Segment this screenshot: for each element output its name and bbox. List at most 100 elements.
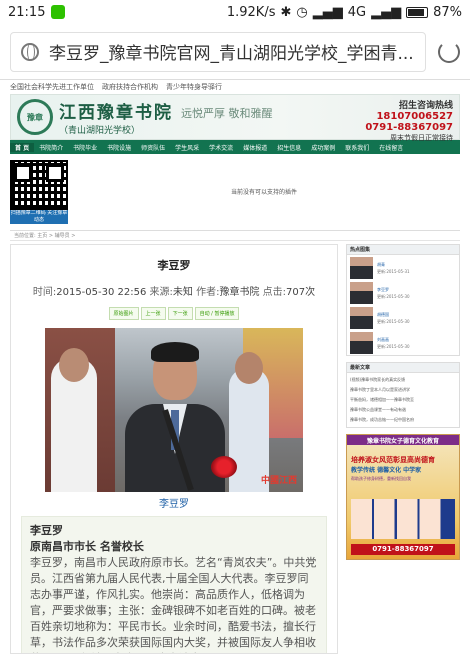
original-image-button[interactable]: 原始图片 xyxy=(108,307,139,320)
article-link[interactable]: 豫章书院公益课堂——有动有谐 xyxy=(350,405,456,415)
thumbnail[interactable] xyxy=(350,331,373,354)
status-bar: 21:15 1.92K/s ✱ ◷ ▂▄▆ 4G ▂▄▆ 87% xyxy=(0,0,470,24)
item-name[interactable]: 李豆罗 xyxy=(377,286,410,293)
page-title-url[interactable]: 李豆罗_豫章书院官网_青山湖阳光学校_学困青... xyxy=(49,39,414,64)
bluetooth-icon: ✱ xyxy=(280,4,292,20)
breadcrumb[interactable]: 当前位置: 主页 > 辅导员 > xyxy=(10,230,460,241)
ad-line-3: 帮助孩子修身树德，重新找回自我 xyxy=(351,476,411,481)
address-box[interactable]: 李豆罗_豫章书院官网_青山湖阳光学校_学困青... xyxy=(10,31,426,72)
article-link[interactable]: 平衡爸妈，诸德相加——豫章书院至 xyxy=(350,395,456,405)
nav-item[interactable]: 书院设施 xyxy=(102,143,136,152)
meta-source-label: 来源: xyxy=(149,287,173,298)
article-panel: 李豆罗 时间:2015-05-30 22:56 来源:未知 作者:豫章书院 点击… xyxy=(10,244,338,654)
bio-box: 李豆罗 原南昌市市长 名誉校长 李豆罗，南昌市人民政府原市长。艺名“青岚农夫”。… xyxy=(21,516,327,653)
top-link[interactable]: 青少年特身导驿行 xyxy=(166,82,222,92)
item-text: 胡德国 更新:2015-05-30 xyxy=(377,311,410,325)
hot-gallery-box: 热点图集 胡青 更新:2015-05-31 李豆罗 更新:2015-05-30 胡德… xyxy=(346,244,460,356)
meta-author: 豫章书院 xyxy=(219,287,260,298)
article-title: 李豆罗 xyxy=(157,259,191,272)
nav-item[interactable]: 师资队伍 xyxy=(136,143,170,152)
ad-line-1: 培养淑女风范彰显高尚德育 xyxy=(351,456,435,464)
next-image-button[interactable]: 下一张 xyxy=(167,307,193,320)
item-text: 胡青 更新:2015-05-31 xyxy=(377,261,410,275)
status-right: 1.92K/s ✱ ◷ ▂▄▆ 4G ▂▄▆ 87% xyxy=(227,5,462,20)
nav-item[interactable]: 联系我们 xyxy=(340,143,374,152)
net-speed: 1.92K/s xyxy=(226,4,276,20)
article-link[interactable]: (视频)豫章书院家长的真实反馈 xyxy=(350,375,456,385)
hotline-phone: 0791-88367097 xyxy=(365,122,453,133)
item-text: 刘画画 更新:2015-05-30 xyxy=(377,336,410,350)
globe-icon xyxy=(21,42,39,61)
battery-level: 87% xyxy=(433,4,462,20)
bio-name: 李豆罗 xyxy=(30,524,63,537)
photo-flower xyxy=(211,456,237,478)
nav-item[interactable]: 学术交流 xyxy=(204,143,238,152)
meta-clicks-label: 点击: xyxy=(262,287,287,298)
nav-item[interactable]: 书院毕业 xyxy=(68,143,102,152)
nav-item[interactable]: 招生信息 xyxy=(272,143,306,152)
sidebar: 热点图集 胡青 更新:2015-05-31 李豆罗 更新:2015-05-30 胡德… xyxy=(346,244,460,654)
qr-caption: 扫描豫章二维码 关注豫章动态 xyxy=(10,210,68,224)
ad-phone: 0791-88367097 xyxy=(351,544,455,555)
nav-item[interactable]: 学生风采 xyxy=(170,143,204,152)
meta-time-label: 时间: xyxy=(32,287,57,298)
list-item[interactable]: 胡青 更新:2015-05-31 xyxy=(347,255,459,280)
item-name[interactable]: 刘画画 xyxy=(377,336,410,343)
nav-home[interactable]: 首 页 xyxy=(10,142,35,152)
site-name-block: 江西豫章书院 （青山湖阳光学校） xyxy=(59,98,173,136)
photo-caption[interactable]: 李豆罗 xyxy=(21,495,327,510)
network-type: 4G xyxy=(347,4,367,20)
hotline-block: 招生咨询热线 18107006527 0791-88367097 周末节假日正常… xyxy=(365,98,453,143)
plugin-notice: 当前没有可以支持的插件 xyxy=(230,188,297,196)
item-date: 更新:2015-05-30 xyxy=(377,318,410,324)
status-time: 21:15 xyxy=(8,4,46,20)
latest-articles-title: 最新文章 xyxy=(347,363,459,373)
article-link[interactable]: 豫章书院，成功苦恼——纪中国名府 xyxy=(350,415,456,425)
bio-text: 李豆罗，南昌市人民政府原市长。艺名“青岚农夫”。中共党员。江西省第九届人民代表,… xyxy=(30,556,317,653)
thumbnail[interactable] xyxy=(350,306,373,329)
photo-bystander-right-head xyxy=(235,352,263,384)
top-link[interactable]: 政府扶持合作机构 xyxy=(102,82,158,92)
ad-banner[interactable]: 豫章书院女子德育文化教育 培养淑女风范彰显高尚德育 教学传统 德馨文化 中学家 … xyxy=(346,434,460,560)
school-seal-logo: 豫章 xyxy=(17,99,53,135)
thumbnail[interactable] xyxy=(350,256,373,279)
alarm-icon: ◷ xyxy=(296,4,308,20)
nav-item[interactable]: 在线留言 xyxy=(374,143,408,152)
ad-photo xyxy=(351,499,455,539)
prev-image-button[interactable]: 上一张 xyxy=(140,307,166,320)
thumbnail[interactable] xyxy=(350,281,373,304)
wechat-icon xyxy=(51,5,66,19)
item-name[interactable]: 胡德国 xyxy=(377,311,410,318)
list-item[interactable]: 刘画画 更新:2015-05-30 xyxy=(347,330,459,355)
top-strip: 全国社会科学先进工作单位 政府扶持合作机构 青少年特身导驿行 xyxy=(10,80,460,94)
content-columns: 李豆罗 时间:2015-05-30 22:56 来源:未知 作者:豫章书院 点击… xyxy=(10,244,460,654)
item-text: 李豆罗 更新:2015-05-30 xyxy=(377,286,410,300)
reload-icon[interactable] xyxy=(438,40,460,63)
item-date: 更新:2015-05-31 xyxy=(377,268,410,274)
site-name: 江西豫章书院 xyxy=(59,103,173,123)
nav-item[interactable]: 媒体报道 xyxy=(238,143,272,152)
photo-watermark: 中國江西 xyxy=(260,476,297,486)
nav-item[interactable]: 书院简介 xyxy=(34,143,68,152)
item-date: 更新:2015-05-30 xyxy=(377,293,410,299)
autoplay-button[interactable]: 自动 / 暂停播放 xyxy=(194,307,240,320)
latest-articles-list: (视频)豫章书院家长的真实反馈 豫章书院丁里本人月以是家进讲学 平衡爸妈，诸德相… xyxy=(347,373,459,427)
hotline-note: 周末节假日正常接待 xyxy=(390,134,453,142)
meta-source: 未知 xyxy=(172,287,193,298)
list-item[interactable]: 胡德国 更新:2015-05-30 xyxy=(347,305,459,330)
top-link[interactable]: 全国社会科学先进工作单位 xyxy=(10,82,94,92)
meta-time: 2015-05-30 22:56 xyxy=(56,287,147,298)
site-slogan: 远悦严厚 敬和雅醒 xyxy=(181,107,273,120)
nav-item[interactable]: 成功案例 xyxy=(306,143,340,152)
signal-icon-2: ▂▄▆ xyxy=(371,4,402,20)
list-item[interactable]: 李豆罗 更新:2015-05-30 xyxy=(347,280,459,305)
meta-author-label: 作者: xyxy=(196,287,220,298)
hotline-mobile: 18107006527 xyxy=(376,111,453,122)
site-banner: 豫章 江西豫章书院 （青山湖阳光学校） 远悦严厚 敬和雅醒 招生咨询热线 181… xyxy=(10,94,460,143)
article-link[interactable]: 豫章书院丁里本人月以是家进讲学 xyxy=(350,385,456,395)
item-date: 更新:2015-05-30 xyxy=(377,343,410,349)
item-name[interactable]: 胡青 xyxy=(377,261,410,268)
browser-url-bar: 李豆罗_豫章书院官网_青山湖阳光学校_学困青... xyxy=(0,24,470,80)
article-photo[interactable]: 中國江西 xyxy=(45,328,303,492)
battery-icon xyxy=(406,6,429,18)
